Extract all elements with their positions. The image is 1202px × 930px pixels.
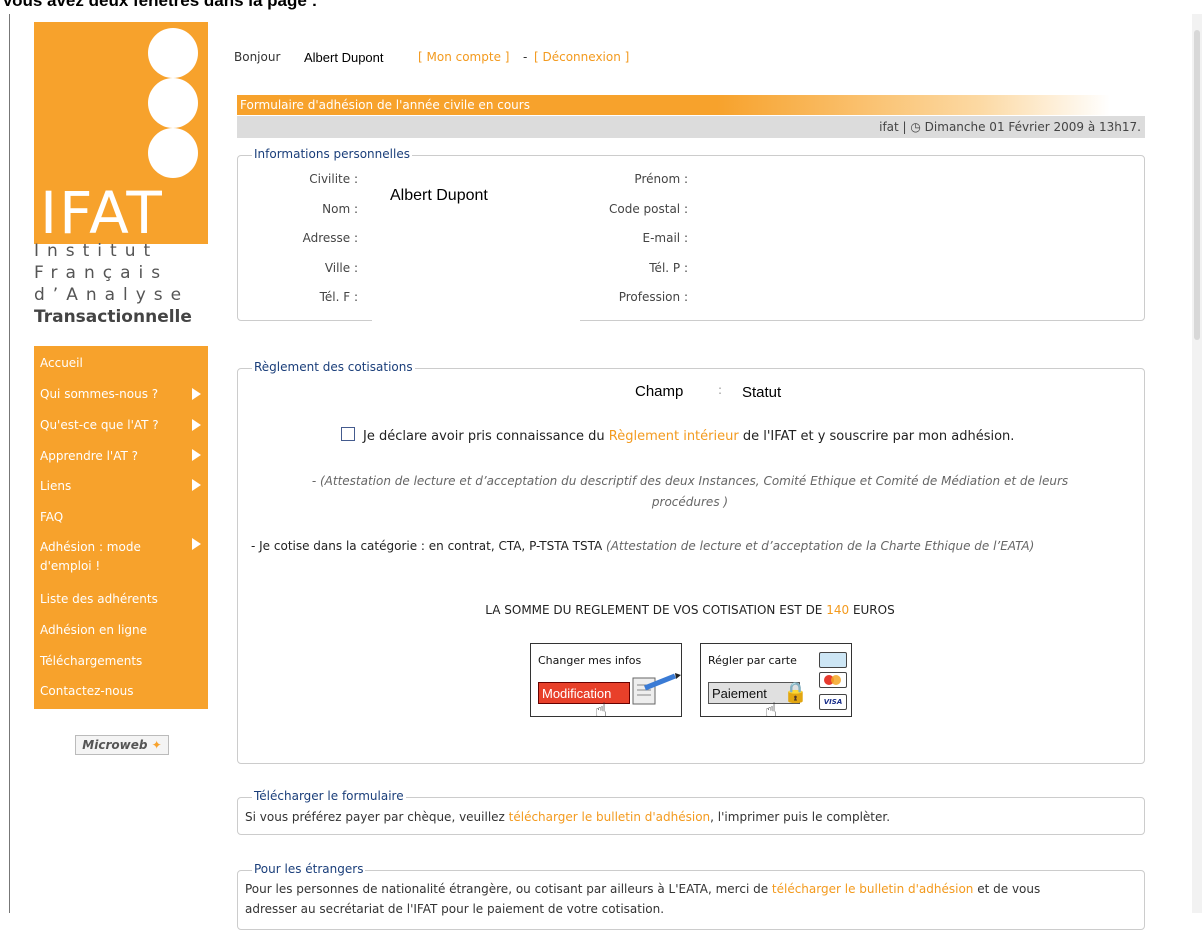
attestation-line-1: - (Attestation de lecture et d’acceptati…: [311, 474, 1069, 488]
champ-header: Champ: [635, 383, 684, 400]
sum-value: 140: [826, 603, 850, 617]
civilite-label: Civilite :: [309, 172, 358, 186]
nav-item-telechargements[interactable]: Téléchargements: [40, 654, 142, 668]
deconnexion-link[interactable]: [ Déconnexion ]: [534, 50, 629, 64]
page-border: [9, 14, 10, 913]
hand-cursor-icon: ☝: [595, 698, 608, 722]
category-italic: (Attestation de lecture et d’acceptation…: [606, 539, 1035, 553]
nav-item-liens[interactable]: Liens: [40, 479, 71, 493]
nav-item-qui-sommes-nous[interactable]: Qui sommes-nous ?: [40, 387, 158, 401]
link-separator: -: [523, 50, 528, 64]
sum-text: LA SOMME DU REGLEMENT DE VOS COTISATION …: [240, 603, 1140, 617]
code-postal-label: Code postal :: [609, 202, 688, 216]
sidebar-nav: Accueil Qui sommes-nous ? Qu'est-ce que …: [34, 346, 208, 709]
submenu-arrow-icon: [192, 419, 201, 431]
tel-p-label: Tél. P :: [649, 261, 688, 275]
reglement-interieur-link[interactable]: Règlement intérieur: [609, 429, 739, 444]
sum-post: EUROS: [849, 603, 895, 617]
submenu-arrow-icon: [192, 388, 201, 400]
logo-tagline: Transactionnelle: [34, 307, 192, 327]
payment-legend: Règlement des cotisations: [252, 360, 415, 374]
download-post: , l'imprimer puis le complèter.: [710, 810, 891, 824]
adresse-label: Adresse :: [302, 231, 358, 245]
change-caption: Changer mes infos: [538, 654, 642, 667]
foreign-bulletin-link[interactable]: télécharger le bulletin d'adhésion: [772, 882, 974, 896]
nav-item-apprendre-at[interactable]: Apprendre l'AT ?: [40, 449, 138, 463]
pay-caption: Régler par carte: [708, 654, 797, 667]
category-main: - Je cotise dans la catégorie : en contr…: [251, 539, 607, 553]
declaration-pre: Je déclare avoir pris connaissance du: [363, 429, 609, 444]
name-value: Albert Dupont: [390, 187, 488, 204]
download-legend: Télécharger le formulaire: [252, 789, 406, 803]
padlock-icon: 🔒: [783, 680, 808, 704]
greeting-text: Bonjour: [234, 50, 281, 64]
visa-icon: VISA: [819, 694, 847, 710]
profession-label: Profession :: [618, 290, 688, 304]
logo-tagline: d’Analyse: [34, 285, 190, 305]
nav-item-faq[interactable]: FAQ: [40, 510, 63, 524]
logo-tagline: Institut: [34, 241, 159, 261]
foreign-pre: Pour les personnes de nationalité étrang…: [245, 882, 772, 896]
download-text: Si vous préférez payer par chèque, veuil…: [245, 810, 890, 824]
submenu-arrow-icon: [192, 479, 201, 491]
accept-checkbox[interactable]: [341, 427, 355, 441]
nav-item-adhesion-mode[interactable]: Adhésion : mode: [40, 540, 141, 554]
nom-label: Nom :: [322, 202, 358, 216]
mon-compte-link[interactable]: [ Mon compte ]: [418, 50, 509, 64]
microweb-label: Microweb: [82, 738, 148, 752]
nav-item-qu-est-ce-que-at[interactable]: Qu'est-ce que l'AT ?: [40, 418, 159, 432]
personal-info-legend: Informations personnelles: [252, 147, 412, 161]
submenu-arrow-icon: [192, 449, 201, 461]
nav-item-liste-adherents[interactable]: Liste des adhérents: [40, 592, 158, 606]
modification-button[interactable]: Modification: [538, 682, 630, 704]
nav-item-adhesion-mode-line2[interactable]: d'emploi !: [40, 559, 100, 573]
page-title: Formulaire d'adhésion de l'année civile …: [237, 95, 1110, 115]
credit-card-icon: [819, 652, 847, 668]
prenom-label: Prénom :: [634, 172, 688, 186]
category-text: - Je cotise dans la catégorie : en contr…: [251, 539, 1034, 553]
nav-item-contactez-nous[interactable]: Contactez-nous: [40, 684, 134, 698]
tel-f-label: Tél. F :: [319, 290, 358, 304]
email-label: E-mail :: [642, 231, 688, 245]
nav-item-adhesion-en-ligne[interactable]: Adhésion en ligne: [40, 623, 147, 637]
colon-separator: :: [718, 383, 723, 397]
foreign-legend: Pour les étrangers: [252, 862, 366, 876]
nav-item-accueil[interactable]: Accueil: [40, 356, 83, 370]
logo-circle: [148, 128, 198, 178]
notepad-pencil-icon: [632, 673, 681, 705]
attestation-line-2: procédures ): [651, 495, 729, 509]
sum-pre: LA SOMME DU REGLEMENT DE VOS COTISATION …: [485, 603, 827, 617]
logo-word: IFAT: [40, 179, 164, 247]
declaration-post: de l'IFAT et y souscrire par mon adhésio…: [738, 429, 1015, 444]
foreign-post: et de vous: [973, 882, 1041, 896]
logo-tagline: Français: [34, 263, 169, 283]
ifat-logo[interactable]: IFAT: [34, 22, 208, 244]
foreign-text: Pour les personnes de nationalité étrang…: [245, 882, 1040, 896]
declaration-text: Je déclare avoir pris connaissance du Rè…: [363, 429, 1014, 444]
microweb-badge[interactable]: Microweb ✦: [75, 735, 169, 755]
paiement-card[interactable]: Régler par carte Paiement 🔒 VISA ☝: [700, 643, 852, 722]
hand-cursor-icon: ☝: [765, 698, 778, 722]
logo-circle: [148, 28, 198, 78]
screenshot-caption: Vous avez deux fenêtres dans la page :: [2, 0, 318, 10]
foreign-text-line2: adresser au secrétariat de l'IFAT pour l…: [245, 902, 665, 916]
submenu-arrow-icon: [192, 538, 201, 550]
download-bulletin-link[interactable]: télécharger le bulletin d'adhésion: [509, 810, 711, 824]
modification-card[interactable]: Changer mes infos Modification ☝: [530, 643, 682, 722]
logo-circle: [148, 78, 198, 128]
spark-icon: ✦: [147, 738, 162, 752]
foreign-fieldset: [237, 870, 1145, 930]
statut-header: Statut: [742, 384, 782, 401]
mastercard-icon: [819, 672, 847, 688]
payment-fieldset: [237, 368, 1145, 764]
download-pre: Si vous préférez payer par chèque, veuil…: [245, 810, 509, 824]
status-line: ifat | ◷ Dimanche 01 Février 2009 à 13h1…: [237, 116, 1145, 138]
scrollbar-thumb[interactable]: [1194, 30, 1200, 340]
ville-label: Ville :: [324, 261, 358, 275]
user-name: Albert Dupont: [304, 50, 384, 65]
